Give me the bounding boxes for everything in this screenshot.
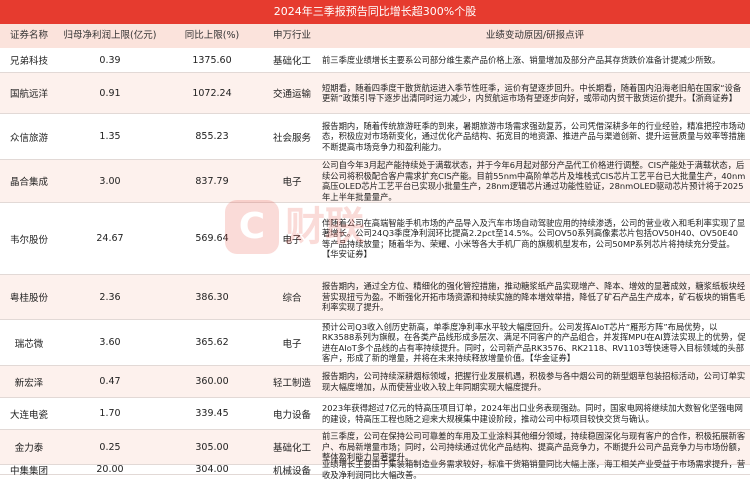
table-row: 中集集团 20.00 304.00 机械设备 业绩增长主要由于集装箱制造业务需求较好，标… — [0, 459, 750, 480]
cell-profit-upper: 20.00 — [96, 464, 124, 475]
table-row: 瑞芯微 3.60 365.62 电子 预计公司Q3收入创历史新高，单季度净利率水平较大幅… — [0, 320, 750, 366]
cell-profit-upper: 24.67 — [96, 233, 124, 244]
cell-name: 众信旅游 — [9, 132, 48, 144]
cell-note: 报告期内，公司持续深耕烟标领域，把握行业发展机遇，积极参与各中烟公司的新型烟草包… — [322, 366, 748, 397]
note-text: 业绩增长主要由于集装箱制造业务需求较好，标准干货箱销量同比大幅上涨，海工相关产业… — [322, 459, 746, 480]
cell-profit-upper: 0.91 — [99, 87, 121, 99]
cell-yoy-upper: 569.64 — [195, 233, 229, 244]
cell-name: 大连电瓷 — [9, 409, 48, 421]
cell-yoy-upper: 365.62 — [195, 337, 229, 348]
cell-note: 短期看，随着四季度干散货航运进入季节性旺季，运价有望逐步回升。中长期看，随着国内… — [322, 73, 748, 113]
cell-name: 新宏泽 — [14, 377, 44, 389]
cell-industry: 综合 — [282, 293, 302, 304]
cell-note: 前三季度业绩增长主要系公司部分维生素产品价格上涨、销量增加及部分产品其存货跌价准… — [322, 48, 748, 72]
cell-note: 报告期内，通过全方位、精细化的强化管控措施，推动糖浆纸产品实现增产、降本、增效的… — [322, 275, 748, 319]
cell-yoy-upper: 339.45 — [195, 408, 229, 419]
table-header: 证券名称 归母净利润上限(亿元) 同比上限(%) 申万行业 业绩变动原因/研报点… — [0, 24, 750, 48]
table-row: 韦尔股份 24.67 569.64 电子 伴随着公司在高端智能手机市场的产品导入及汽车市… — [0, 203, 750, 275]
cell-name: 瑞芯微 — [14, 338, 44, 350]
table-row: 粤桂股份 2.36 386.30 综合 报告期内，通过全方位、精细化的强化管控措施，推动… — [0, 275, 750, 320]
cell-industry: 社会服务 — [272, 132, 311, 144]
cell-profit-upper: 3.60 — [99, 337, 121, 348]
table-row: 众信旅游 1.35 855.23 社会服务 报告期内，随着传统旅游旺季的到来，暑期旅游市… — [0, 114, 750, 160]
cell-note: 公司自今年3月起产能持续处于满载状态，并于今年6月起对部分产品代工价格进行调整。… — [322, 160, 748, 202]
note-text: 短期看，随着四季度干散货航运进入季节性旺季，运价有望逐步回升。中长期看，随着国内… — [322, 82, 742, 104]
table-title: 2024年三季报预告同比增长超300%个股 — [0, 0, 750, 24]
note-text: 伴随着公司在高端智能手机市场的产品导入及汽车市场自动驾驶应用的持续渗透，公司的营… — [322, 217, 746, 260]
note-text: 前三季度业绩增长主要系公司部分维生素产品价格上涨、销量增加及部分产品其存货跌价准… — [322, 54, 721, 65]
cell-yoy-upper: 855.23 — [195, 131, 229, 142]
cell-yoy-upper: 305.00 — [195, 441, 229, 453]
cell-note: 预计公司Q3收入创历史新高，单季度净利率水平较大幅度回升。公司发挥AIoT芯片“… — [322, 320, 748, 365]
cell-note: 报告期内，随着传统旅游旺季的到来，暑期旅游市场需求强劲复苏，公司凭借深耕多年的行… — [322, 114, 748, 159]
cell-industry: 轻工制造 — [272, 377, 311, 389]
cell-name: 晶合集成 — [9, 177, 48, 188]
note-text: 报告期内，通过全方位、精细化的强化管控措施，推动糖浆纸产品实现增产、降本、增效的… — [322, 281, 746, 313]
note-text: 报告期内，随着传统旅游旺季的到来，暑期旅游市场需求强劲复苏，公司凭借深耕多年的行… — [322, 120, 746, 152]
cell-note: 伴随着公司在高端智能手机市场的产品导入及汽车市场自动驾驶应用的持续渗透，公司的营… — [322, 203, 748, 274]
table-row: 国航远洋 0.91 1072.24 交通运输 短期看，随着四季度干散货航运进入季节性旺季… — [0, 73, 750, 114]
note-text: 报告期内，公司持续深耕烟标领域，把握行业发展机遇，积极参与各中烟公司的新型烟草包… — [322, 371, 746, 392]
cell-industry: 电子 — [282, 234, 302, 246]
table-row: 晶合集成 3.00 837.79 电子 公司自今年3月起产能持续处于满载状态，并于今年6… — [0, 160, 750, 203]
header-industry: 申万行业 — [272, 30, 311, 41]
cell-yoy-upper: 1072.24 — [192, 87, 232, 99]
cell-industry: 交通运输 — [272, 89, 311, 100]
table-row: 新宏泽 0.47 360.00 轻工制造 报告期内，公司持续深耕烟标领域，把握行业发展机… — [0, 366, 750, 398]
cell-industry: 电子 — [282, 177, 302, 188]
cell-profit-upper: 1.35 — [99, 131, 121, 142]
cell-yoy-upper: 304.00 — [195, 464, 229, 475]
note-text: 预计公司Q3收入创历史新高，单季度净利率水平较大幅度回升。公司发挥AIoT芯片“… — [322, 321, 746, 364]
cell-industry: 基础化工 — [272, 56, 311, 67]
cell-name: 国航远洋 — [9, 89, 48, 100]
cell-name: 兄弟科技 — [9, 56, 48, 67]
cell-yoy-upper: 386.30 — [195, 291, 229, 303]
cell-industry: 基础化工 — [272, 443, 311, 454]
cell-note: 2023年获得超过7亿元的特高压项目订单，2024年出口业务表现强劲。同时，国家… — [322, 398, 748, 429]
header-profit-upper: 归母净利润上限(亿元) — [63, 30, 157, 41]
cell-yoy-upper: 1375.60 — [192, 54, 232, 66]
table-row: 兄弟科技 0.39 1375.60 基础化工 前三季度业绩增长主要系公司部分维生素产品价… — [0, 48, 750, 73]
cell-profit-upper: 0.25 — [99, 441, 121, 453]
cell-profit-upper: 3.00 — [99, 175, 121, 187]
header-name: 证券名称 — [9, 30, 48, 41]
cell-yoy-upper: 837.79 — [195, 175, 229, 187]
note-text: 公司自今年3月起产能持续处于满载状态，并于今年6月起对部分产品代工价格进行调整。… — [322, 160, 746, 202]
header-note: 业绩变动原因/研报点评 — [485, 30, 585, 41]
cell-profit-upper: 2.36 — [99, 291, 121, 303]
cell-profit-upper: 1.70 — [99, 408, 121, 419]
cell-yoy-upper: 360.00 — [195, 376, 229, 387]
cell-name: 韦尔股份 — [9, 234, 48, 246]
cell-name: 中集集团 — [9, 465, 48, 477]
note-text: 2023年获得超过7亿元的特高压项目订单，2024年出口业务表现强劲。同时，国家… — [322, 403, 743, 424]
cell-industry: 电力设备 — [272, 409, 311, 421]
cell-industry: 机械设备 — [272, 465, 311, 477]
cell-note: 业绩增长主要由于集装箱制造业务需求较好，标准干货箱销量同比大幅上涨，海工相关产业… — [322, 459, 748, 480]
cell-industry: 电子 — [282, 338, 302, 350]
table-row: 大连电瓷 1.70 339.45 电力设备 2023年获得超过7亿元的特高压项目订单，2… — [0, 398, 750, 430]
header-yoy-upper: 同比上限(%) — [184, 30, 240, 41]
cell-name: 金力泰 — [14, 443, 44, 454]
cell-name: 粤桂股份 — [9, 293, 48, 304]
cell-profit-upper: 0.39 — [99, 54, 121, 66]
cell-profit-upper: 0.47 — [99, 376, 121, 387]
